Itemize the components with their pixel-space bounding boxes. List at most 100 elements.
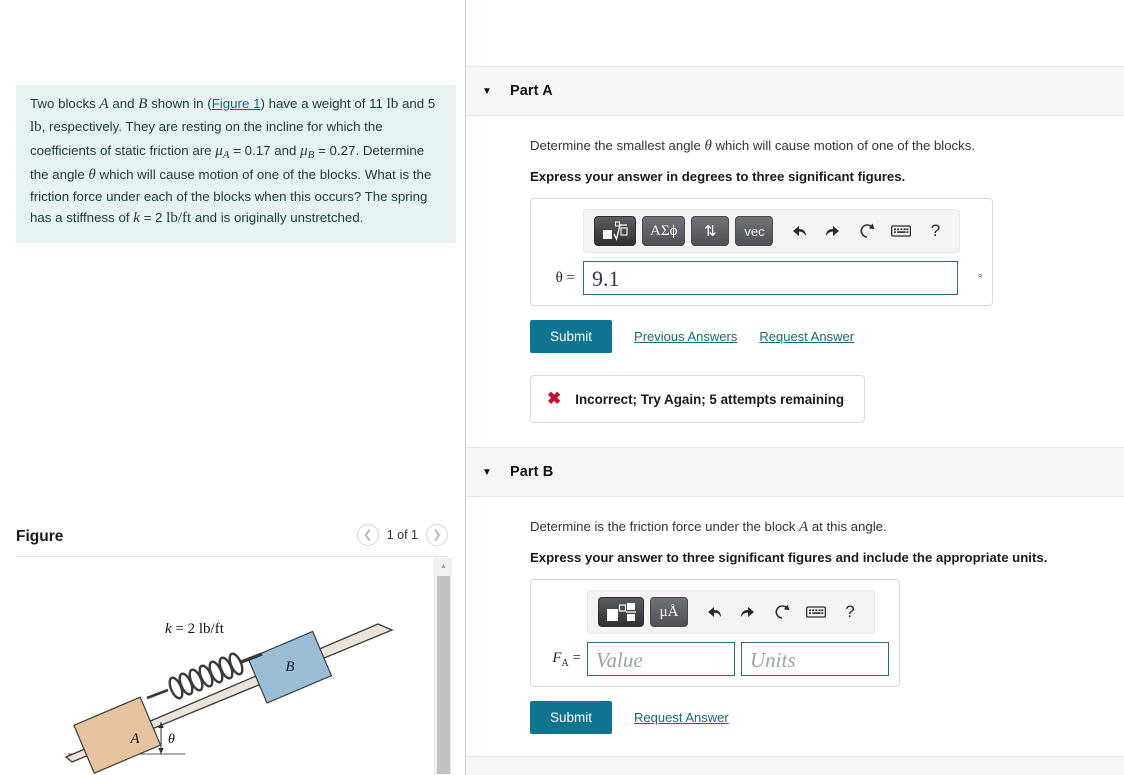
part-b-prompt: Determine is the friction force under th… xyxy=(530,519,1124,536)
part-a-field-row: θ = 9.1 ° xyxy=(541,261,982,295)
redo-icon[interactable] xyxy=(734,599,762,625)
part-c-header[interactable]: ▼ Part C xyxy=(466,756,1124,775)
text-run: and is originally unstretched. xyxy=(191,210,364,226)
figure-header: Figure ❮ 1 of 1 ❯ xyxy=(16,524,448,556)
greek-symbols-button[interactable]: ΑΣϕ xyxy=(642,216,686,246)
math-unit: lb xyxy=(386,96,399,112)
right-pane: ▼ Part A Determine the smallest angle θ … xyxy=(466,0,1124,775)
math-variable: θ xyxy=(88,166,96,183)
part-b-header[interactable]: ▼ Part B xyxy=(466,447,1124,497)
block-b-label: B xyxy=(285,659,294,675)
part-a-prompt: Determine the smallest angle θ which wil… xyxy=(530,138,1124,155)
problem-statement: Two blocks A and B shown in (Figure 1) h… xyxy=(16,85,456,243)
text-run: Two blocks xyxy=(30,96,100,111)
figure-nav: ❮ 1 of 1 ❯ xyxy=(356,524,448,546)
angle-label: θ xyxy=(168,732,175,747)
math-subscript: A xyxy=(222,148,230,161)
figure-body: θ k = 2 lb/ft A B xyxy=(0,558,465,775)
chevron-right-icon[interactable]: ❯ xyxy=(426,524,448,546)
math-variable: A xyxy=(99,96,109,112)
units-symbols-button[interactable]: μÅ xyxy=(650,597,688,627)
figure-diagram: θ k = 2 lb/ft A B xyxy=(0,558,433,775)
text-run: shown in ( xyxy=(147,96,212,111)
block-a-label: A xyxy=(129,731,140,747)
text-run: and xyxy=(108,96,139,111)
part-b-body: Determine is the friction force under th… xyxy=(466,497,1124,756)
keyboard-icon[interactable] xyxy=(802,599,830,625)
theta-label: θ = xyxy=(555,269,575,286)
math-variable: μ xyxy=(215,142,223,159)
part-a-answer-widget: ΑΣϕ ⇅ vec ? θ = 9.1 ° xyxy=(530,198,994,306)
force-subscript: A xyxy=(561,657,569,669)
part-a-previous-answers-link[interactable]: Previous Answers xyxy=(634,329,737,344)
keyboard-icon[interactable] xyxy=(887,218,915,244)
part-b-answer-widget: μÅ ? FA = Value Units xyxy=(530,579,900,687)
part-a-submit-button[interactable]: Submit xyxy=(530,320,613,353)
caret-up-icon[interactable]: ▲ xyxy=(435,558,452,575)
reset-icon[interactable] xyxy=(768,599,796,625)
part-b-instruction: Express your answer to three significant… xyxy=(530,550,1048,565)
part-b-field-row: FA = Value Units xyxy=(541,642,889,676)
figure-page-indicator: 1 of 1 xyxy=(386,528,418,542)
arrows-button[interactable]: ⇅ xyxy=(691,216,730,246)
part-a-math-toolbar: ΑΣϕ ⇅ vec ? xyxy=(583,209,961,253)
incline-diagram-svg: θ k = 2 lb/ft A B xyxy=(64,621,394,774)
text-run: = 0.17 and xyxy=(229,142,301,158)
scrollbar-thumb[interactable] xyxy=(437,576,450,774)
page-root: Two blocks A and B shown in (Figure 1) h… xyxy=(0,0,1124,775)
caret-down-icon[interactable]: ▼ xyxy=(482,86,510,97)
force-a-label: FA = xyxy=(541,650,581,669)
force-symbol: F xyxy=(552,649,562,666)
part-a-submit-row: Submit Previous Answers Request Answer xyxy=(530,320,1124,353)
vector-button[interactable]: vec xyxy=(735,216,774,246)
text-run: = 2 xyxy=(139,210,167,226)
part-b-submit-button[interactable]: Submit xyxy=(530,701,613,734)
math-unit: lb xyxy=(30,119,42,136)
spring-stiffness-label: k = 2 lb/ft xyxy=(165,621,225,637)
theta-input[interactable]: 9.1 xyxy=(583,261,958,295)
text-run: Determine is the friction force under th… xyxy=(530,519,800,534)
figure-scrollbar[interactable]: ▲ xyxy=(434,558,452,775)
caret-down-icon[interactable]: ▼ xyxy=(482,467,510,478)
math-variable: A xyxy=(799,519,809,535)
nth-root-glyph xyxy=(603,221,628,241)
reset-icon[interactable] xyxy=(853,218,881,244)
redo-icon[interactable] xyxy=(819,218,847,244)
text-run: and 5 xyxy=(398,96,436,111)
part-a-header[interactable]: ▼ Part A xyxy=(466,66,1124,116)
undo-icon[interactable] xyxy=(785,218,813,244)
text-run: ) have a weight of 11 xyxy=(260,96,387,111)
units-placeholder: Units xyxy=(750,648,796,672)
part-b-submit-row: Submit Request Answer xyxy=(530,701,1124,734)
text-run: Determine the smallest angle xyxy=(530,138,705,153)
value-placeholder: Value xyxy=(596,648,643,672)
part-a-instruction: Express your answer in degrees to three … xyxy=(530,169,906,184)
units-template-glyph xyxy=(607,603,636,621)
undo-icon[interactable] xyxy=(700,599,728,625)
equals-sign: = xyxy=(572,649,581,666)
part-a-label: Part A xyxy=(510,83,553,99)
help-icon[interactable]: ? xyxy=(921,218,949,244)
template-button[interactable] xyxy=(594,216,636,246)
part-a-feedback-text: Incorrect; Try Again; 5 attempts remaini… xyxy=(575,391,845,407)
part-a-body: Determine the smallest angle θ which wil… xyxy=(466,116,1124,447)
math-variable: θ xyxy=(704,138,712,154)
left-pane: Two blocks A and B shown in (Figure 1) h… xyxy=(0,0,465,775)
part-a-feedback: ✖ Incorrect; Try Again; 5 attempts remai… xyxy=(530,375,866,423)
problem-text: Two blocks A and B shown in (Figure 1) h… xyxy=(30,96,436,227)
chevron-left-icon[interactable]: ❮ xyxy=(356,524,379,546)
degree-unit-label: ° xyxy=(978,272,983,284)
part-b-math-toolbar: μÅ ? xyxy=(587,590,875,634)
value-input[interactable]: Value xyxy=(587,642,735,676)
part-a-request-answer-link[interactable]: Request Answer xyxy=(759,329,854,344)
units-template-button[interactable] xyxy=(598,597,644,627)
figure-1-link[interactable]: Figure 1 xyxy=(212,96,261,111)
text-run: which will cause motion of one of the bl… xyxy=(711,138,975,153)
part-b-request-answer-link[interactable]: Request Answer xyxy=(634,710,729,725)
text-run: at this angle. xyxy=(808,519,887,534)
x-mark-icon: ✖ xyxy=(547,389,562,408)
math-variable: μ xyxy=(300,142,308,159)
help-icon[interactable]: ? xyxy=(836,599,864,625)
math-variable: k xyxy=(133,210,140,227)
units-input[interactable]: Units xyxy=(741,642,889,676)
